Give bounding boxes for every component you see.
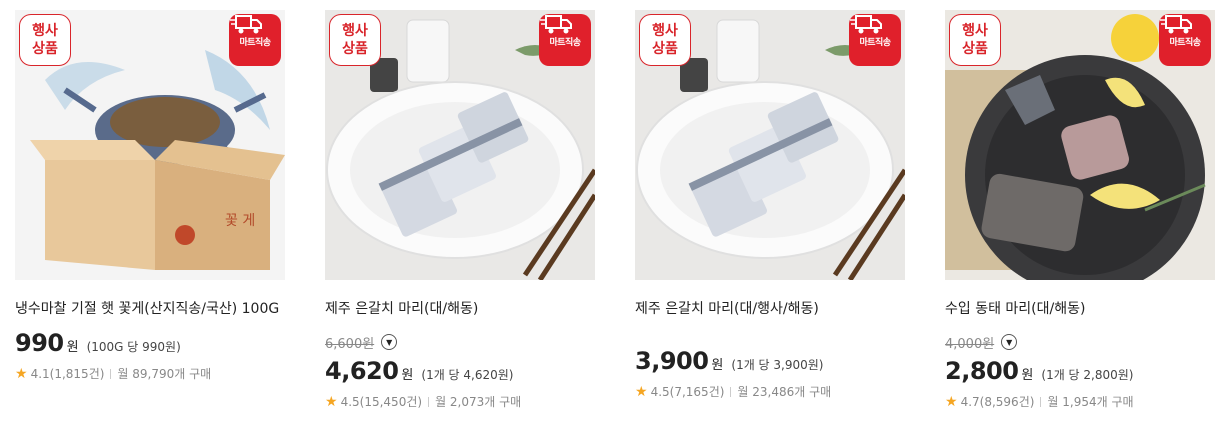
unit-price: (1개 당 4,620원) — [421, 368, 514, 382]
divider — [730, 386, 732, 397]
product-card[interactable]: 행사 상품 마트직송 제주 은갈치 마리(대/행사/해동) 3,900 원 (1… — [635, 10, 905, 400]
original-price-row: 6,600원 ▼ — [325, 333, 595, 352]
unit-price: (1개 당 2,800원) — [1041, 368, 1134, 382]
star-icon: ★ — [635, 383, 648, 400]
divider — [1040, 396, 1042, 407]
mart-delivery-badge: 마트직송 — [229, 14, 281, 66]
product-title[interactable]: 제주 은갈치 마리(대/행사/해동) — [635, 299, 905, 319]
rating-row: ★ 4.5 (7,165건) 월 23,486개 구매 — [635, 383, 905, 400]
review-count: (1,815건) — [49, 367, 105, 381]
price-row: 2,800 원 (1개 당 2,800원) — [945, 357, 1134, 385]
rating: 4.5 — [340, 394, 360, 409]
rating: 4.1 — [30, 366, 50, 381]
mart-delivery-badge: 마트직송 — [539, 14, 591, 66]
event-badge: 행사 상품 — [639, 14, 691, 66]
price-row: 4,620 원 (1개 당 4,620원) — [325, 357, 514, 385]
product-title[interactable]: 수입 동태 마리(대/해동) — [945, 299, 1215, 319]
review-count: (7,165건) — [669, 385, 725, 399]
rating-row: ★ 4.5 (15,450건) 월 2,073개 구매 — [325, 393, 595, 410]
svg-text:꽃 게: 꽃 게 — [225, 213, 255, 229]
rating-row: ★ 4.1 (1,815건) 월 89,790개 구매 — [15, 365, 285, 382]
chevron-down-icon[interactable]: ▼ — [381, 334, 398, 350]
star-icon: ★ — [15, 365, 28, 382]
product-image[interactable]: 행사 상품 마트직송 — [325, 10, 595, 280]
product-image[interactable]: 꽃 게 행사 상품 마트직송 — [15, 10, 285, 280]
unit-price: (1개 당 3,900원) — [731, 358, 824, 372]
product-card[interactable]: 행사 상품 마트직송 제주 은갈치 마리(대/해동) 6,600원 ▼ 4,62… — [325, 10, 595, 410]
mart-delivery-badge: 마트직송 — [849, 14, 901, 66]
sale-price: 2,800 — [945, 357, 1019, 385]
truck-icon — [230, 15, 262, 34]
rating: 4.7 — [960, 394, 980, 409]
sale-price: 3,900 — [635, 347, 709, 375]
divider — [110, 368, 112, 379]
star-icon: ★ — [945, 393, 958, 410]
price-row: 3,900 원 (1개 당 3,900원) — [635, 347, 824, 375]
product-image[interactable]: 행사 상품 마트직송 — [945, 10, 1215, 280]
product-image[interactable]: 행사 상품 마트직송 — [635, 10, 905, 280]
chevron-down-icon[interactable]: ▼ — [1001, 334, 1018, 350]
product-title[interactable]: 냉수마찰 기절 햇 꽃게(산지직송/국산) 100G — [15, 299, 285, 319]
original-price: 4,000원 — [945, 336, 995, 352]
monthly-purchases: 월 1,954개 구매 — [1047, 395, 1134, 409]
sale-price: 4,620 — [325, 357, 399, 385]
monthly-purchases: 월 23,486개 구매 — [737, 385, 832, 399]
event-badge: 행사 상품 — [19, 14, 71, 66]
rating: 4.5 — [650, 384, 670, 399]
product-title[interactable]: 제주 은갈치 마리(대/해동) — [325, 299, 595, 319]
rating-row: ★ 4.7 (8,596건) 월 1,954개 구매 — [945, 393, 1215, 410]
review-count: (15,450건) — [359, 395, 423, 409]
event-badge: 행사 상품 — [949, 14, 1001, 66]
unit-price: (100G 당 990원) — [86, 340, 181, 354]
event-badge: 행사 상품 — [329, 14, 381, 66]
monthly-purchases: 월 2,073개 구매 — [435, 395, 522, 409]
monthly-purchases: 월 89,790개 구매 — [117, 367, 212, 381]
original-price-row: 4,000원 ▼ — [945, 333, 1215, 352]
star-icon: ★ — [325, 393, 338, 410]
price-row: 990 원 (100G 당 990원) — [15, 329, 181, 357]
truck-icon — [540, 15, 572, 34]
divider — [428, 396, 430, 407]
product-card[interactable]: 행사 상품 마트직송 수입 동태 마리(대/해동) 4,000원 ▼ 2,800… — [945, 10, 1215, 410]
mart-delivery-badge: 마트직송 — [1159, 14, 1211, 66]
review-count: (8,596건) — [979, 395, 1035, 409]
truck-icon — [1160, 15, 1192, 34]
product-card[interactable]: 꽃 게 행사 상품 마트직송 냉수마찰 기절 햇 꽃게(산지직송/국산) 100… — [15, 10, 285, 382]
sale-price: 990 — [15, 329, 64, 357]
original-price: 6,600원 — [325, 336, 375, 352]
truck-icon — [850, 15, 882, 34]
